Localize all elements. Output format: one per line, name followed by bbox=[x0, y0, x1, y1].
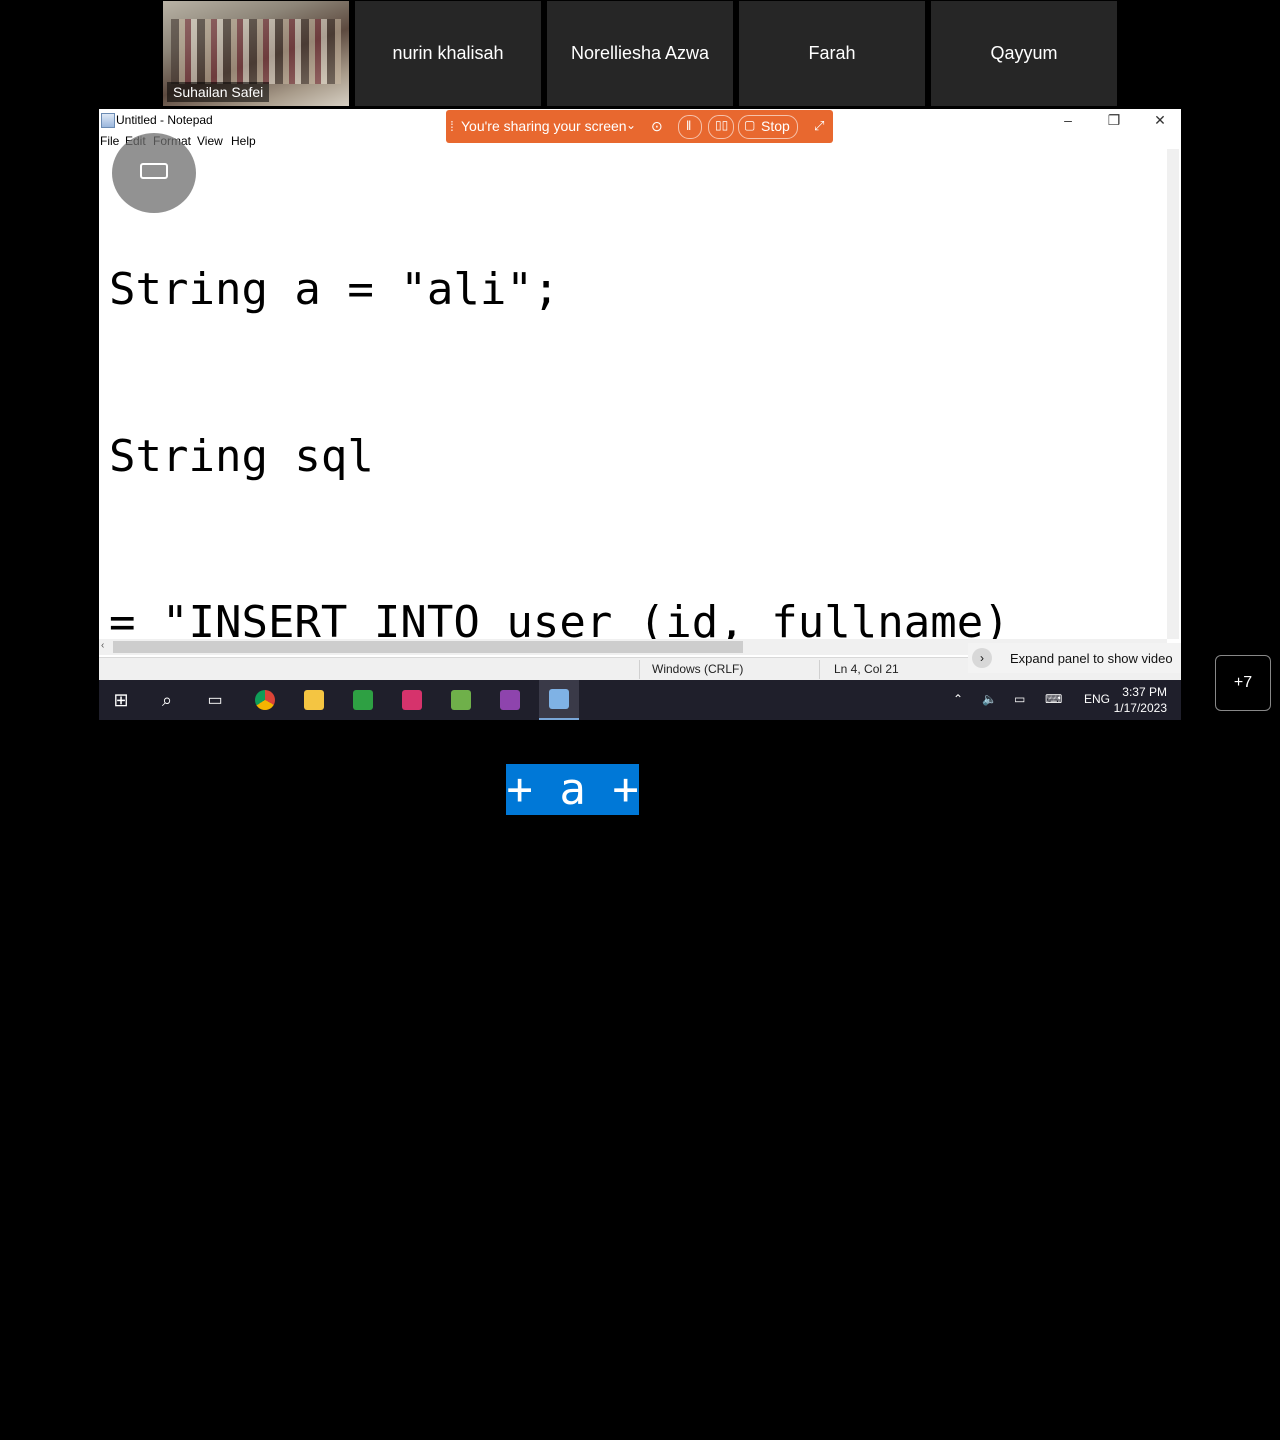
participant-video-tile[interactable]: Suhailan Safei bbox=[163, 1, 349, 106]
code-line: String a = "ali"; bbox=[109, 262, 1164, 318]
participant-name: Farah bbox=[808, 43, 855, 64]
notepad-taskbar-icon bbox=[549, 689, 569, 709]
selected-text: + a + bbox=[506, 764, 638, 815]
media-player-app[interactable] bbox=[343, 680, 383, 720]
mic-icon: ǁ bbox=[686, 118, 691, 133]
input-language[interactable]: ENG bbox=[1084, 692, 1110, 706]
chrome-app[interactable] bbox=[245, 680, 285, 720]
participant-name: nurin khalisah bbox=[392, 43, 503, 64]
pause-icon: ▯▯ bbox=[715, 118, 728, 132]
participant-tile[interactable]: nurin khalisah bbox=[355, 1, 541, 106]
spreadsheet-app[interactable] bbox=[441, 680, 481, 720]
code-line: process bbox=[109, 1095, 1164, 1151]
show-hidden-icons-icon[interactable]: ⌃ bbox=[953, 692, 963, 706]
chevron-down-icon[interactable]: ⌄ bbox=[626, 118, 636, 132]
cursor-position-status: Ln 4, Col 21 bbox=[834, 662, 899, 676]
taskbar: ⊞ ⌕ ▭ ⌃ 🔈 ▭ ⌨ ENG 3:37 PM 1/17/2023 bbox=[99, 680, 1181, 720]
windows-icon: ⊞ bbox=[113, 690, 128, 711]
restore-button[interactable]: ❐ bbox=[1091, 110, 1137, 130]
task-view-button[interactable]: ▭ bbox=[195, 680, 235, 720]
more-participants-button[interactable]: +7 bbox=[1215, 655, 1271, 711]
participant-name: Qayyum bbox=[990, 43, 1057, 64]
keyboard-tray-icon[interactable]: ⌨ bbox=[1045, 692, 1062, 706]
participant-name: Suhailan Safei bbox=[167, 82, 269, 102]
code-line: String sql bbox=[109, 429, 1164, 485]
scroll-left-icon[interactable]: ‹ bbox=[101, 640, 104, 651]
menu-file[interactable]: File bbox=[100, 134, 119, 148]
paint-app[interactable] bbox=[392, 680, 432, 720]
network-icon[interactable]: ▭ bbox=[1014, 692, 1025, 706]
spreadsheet-icon bbox=[451, 690, 471, 710]
participant-tile[interactable]: Qayyum bbox=[931, 1, 1117, 106]
code-text: VALUES (10, '" bbox=[109, 764, 506, 815]
share-status: You're sharing your screen bbox=[461, 118, 627, 134]
notepad-window: Untitled - Notepad – ❐ ✕ File Edit Forma… bbox=[99, 109, 1181, 680]
volume-icon[interactable]: 🔈 bbox=[982, 692, 997, 706]
search-icon: ⌕ bbox=[162, 690, 172, 711]
folder-icon bbox=[304, 690, 324, 710]
share-options-icon[interactable]: ⊙ bbox=[651, 118, 663, 135]
stop-share-button[interactable]: ▢ Stop bbox=[738, 115, 798, 139]
line-ending-status: Windows (CRLF) bbox=[652, 662, 743, 676]
brush-icon bbox=[402, 690, 422, 710]
code-line-selection: VALUES (10, '" + a + "')"; bbox=[109, 762, 1164, 818]
text-editor[interactable]: String a = "ali"; String sql = "INSERT I… bbox=[109, 151, 1164, 639]
media-player-icon bbox=[353, 690, 373, 710]
expand-panel-button[interactable]: › Expand panel to show video bbox=[968, 643, 1181, 673]
window-title: Untitled - Notepad bbox=[116, 113, 213, 127]
archive-app[interactable] bbox=[490, 680, 530, 720]
code-text: "')"; bbox=[639, 764, 798, 815]
clock[interactable]: 3:37 PM 1/17/2023 bbox=[1114, 684, 1167, 716]
task-view-icon: ▭ bbox=[207, 690, 222, 710]
participant-name: Norelliesha Azwa bbox=[571, 43, 709, 64]
start-button[interactable]: ⊞ bbox=[101, 680, 141, 720]
code-line bbox=[109, 928, 1164, 984]
drag-handle-icon[interactable]: ⁞ bbox=[450, 118, 454, 134]
search-button[interactable]: ⌕ bbox=[147, 680, 187, 720]
scroll-thumb[interactable] bbox=[113, 641, 743, 653]
clock-date: 1/17/2023 bbox=[1114, 700, 1167, 716]
mic-button[interactable]: ǁ bbox=[678, 115, 702, 139]
notepad-app[interactable] bbox=[539, 680, 579, 720]
participant-tile[interactable]: Norelliesha Azwa bbox=[547, 1, 733, 106]
minimize-button[interactable]: – bbox=[1045, 110, 1091, 130]
screen-share-bar: ⁞ You're sharing your screen ⌄ ⊙ ǁ ▯▯ ▢ … bbox=[446, 110, 833, 143]
archive-icon bbox=[500, 690, 520, 710]
close-button[interactable]: ✕ bbox=[1137, 110, 1183, 130]
keyboard-icon bbox=[140, 163, 168, 179]
menu-help[interactable]: Help bbox=[231, 134, 256, 148]
vertical-scrollbar[interactable] bbox=[1167, 149, 1179, 639]
keyboard-overlay-button[interactable] bbox=[112, 133, 196, 213]
expand-icon[interactable]: ⤢ bbox=[814, 118, 824, 134]
menu-view[interactable]: View bbox=[197, 134, 223, 148]
clock-time: 3:37 PM bbox=[1114, 684, 1167, 700]
expand-panel-label: Expand panel to show video bbox=[1010, 651, 1173, 666]
stop-icon: ▢ bbox=[744, 118, 755, 132]
participant-tile[interactable]: Farah bbox=[739, 1, 925, 106]
stop-label: Stop bbox=[761, 118, 790, 134]
pause-button[interactable]: ▯▯ bbox=[708, 115, 734, 139]
code-line: VALUES (10, ' bbox=[109, 1428, 1164, 1440]
code-line: INSERT INTO user (id, fullname) bbox=[109, 1261, 1164, 1317]
file-explorer-app[interactable] bbox=[294, 680, 334, 720]
notepad-icon bbox=[101, 113, 115, 128]
chevron-right-icon: › bbox=[972, 648, 992, 668]
chrome-icon bbox=[255, 690, 275, 710]
video-feed-image bbox=[171, 19, 341, 84]
